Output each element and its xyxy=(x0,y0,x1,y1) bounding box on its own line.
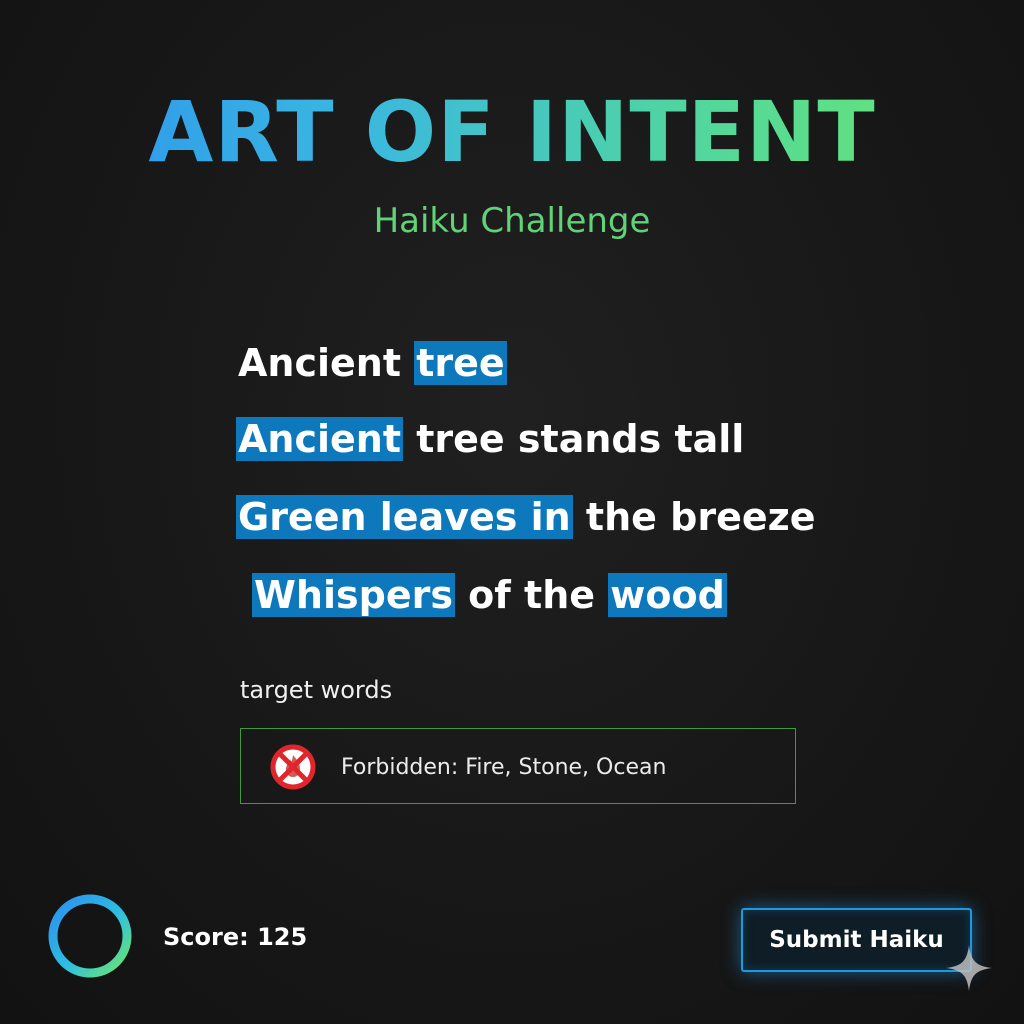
forbidden-words-panel: Forbidden: Fire, Stone, Ocean xyxy=(240,728,796,804)
haiku-text: Ancient xyxy=(238,341,415,385)
score-display: Score: 125 xyxy=(163,923,308,951)
highlighted-word: Ancient xyxy=(236,417,404,461)
sparkle-icon xyxy=(946,945,992,991)
game-subtitle: Haiku Challenge xyxy=(373,201,651,241)
haiku-line-3: Green leaves in the breeze xyxy=(236,492,816,542)
haiku-text: the breeze xyxy=(572,495,816,539)
haiku-text: tree stands tall xyxy=(403,417,745,461)
haiku-line-2: Ancient tree stands tall xyxy=(236,414,744,464)
progress-ring-icon xyxy=(48,894,132,978)
submit-haiku-button[interactable]: Submit Haiku xyxy=(741,908,972,972)
target-words-label: target words xyxy=(240,676,393,704)
no-fire-icon xyxy=(270,744,316,790)
forbidden-words-text: Forbidden: Fire, Stone, Ocean xyxy=(341,755,667,780)
haiku-text: of the xyxy=(454,573,609,617)
highlighted-word: wood xyxy=(608,573,727,617)
haiku-line-1: Ancient tree xyxy=(238,338,507,388)
game-title: ART OF INTENT xyxy=(0,82,1024,182)
highlighted-word: Green leaves in xyxy=(236,495,573,539)
highlighted-word: Whispers xyxy=(252,573,455,617)
haiku-line-4: Whispers of the wood xyxy=(252,570,727,620)
highlighted-word: tree xyxy=(414,341,507,385)
game-screen: ART OF INTENT Haiku Challenge Ancient tr… xyxy=(0,0,1024,1024)
